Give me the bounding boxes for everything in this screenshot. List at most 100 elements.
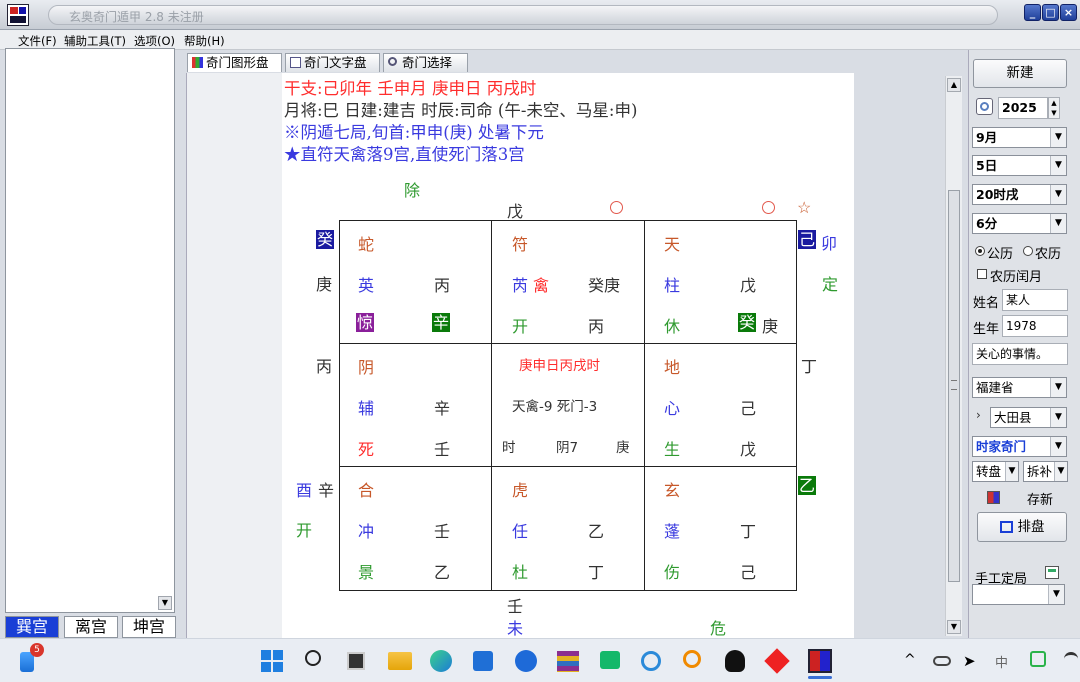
chevron-right-icon[interactable]: ›	[976, 408, 981, 422]
se-star: 蓬	[664, 522, 681, 541]
solar-label: 公历	[987, 247, 1014, 262]
file-explorer-icon[interactable]	[388, 652, 412, 670]
archive-icon[interactable]	[557, 651, 579, 672]
save-new-button[interactable]: 存新	[1027, 489, 1053, 508]
menu-options[interactable]: 选项(O)	[134, 33, 175, 49]
outer-ne-ji: 己	[798, 230, 817, 249]
se-star-gan: 丁	[740, 522, 757, 541]
s-star-gan: 乙	[588, 522, 605, 541]
edge-icon[interactable]	[430, 650, 452, 672]
task-view-icon[interactable]	[347, 652, 365, 670]
cloud-icon[interactable]	[933, 656, 951, 666]
county-value: 大田县	[994, 410, 1032, 425]
app-icon[interactable]	[7, 4, 29, 26]
grid-line	[491, 220, 492, 591]
tab-text-chart[interactable]: 奇门文字盘	[285, 53, 380, 72]
new-button[interactable]: 新建	[973, 59, 1067, 88]
outer-top-wu: 戊	[507, 202, 524, 221]
month-select[interactable]: 9月 ▼	[972, 127, 1067, 148]
rotate-value: 转盘	[976, 464, 1002, 479]
qimen-app-icon[interactable]	[808, 649, 832, 673]
n-door: 开	[512, 317, 529, 336]
star-icon: ☆	[797, 198, 812, 217]
year-input[interactable]: 2025	[998, 97, 1048, 119]
birth-year-input[interactable]: 1978	[1002, 315, 1068, 337]
calendar-icon[interactable]	[976, 98, 993, 115]
magnifier-app-icon[interactable]	[683, 650, 701, 668]
year-spinner[interactable]: ▲ ▼	[1048, 97, 1060, 119]
w-god: 阴	[358, 358, 375, 377]
leap-month-checkbox[interactable]	[977, 269, 987, 279]
concern-input[interactable]: 关心的事情。	[972, 343, 1068, 365]
send-icon[interactable]: ➤	[963, 652, 976, 670]
county-select[interactable]: 大田县 ▼	[990, 407, 1067, 428]
day-value: 5日	[976, 158, 998, 173]
tray-app-icon[interactable]	[1030, 651, 1046, 667]
store-icon[interactable]	[473, 651, 493, 671]
outer-e-ding: 丁	[801, 357, 818, 376]
w-star-gan: 辛	[434, 399, 451, 418]
menu-file[interactable]: 文件(F)	[18, 33, 57, 49]
nw-star-gan: 丙	[434, 276, 451, 295]
name-input[interactable]: 某人	[1002, 289, 1068, 311]
scroll-down-icon[interactable]: ▼	[947, 620, 961, 634]
grip-icon	[951, 380, 957, 390]
province-select[interactable]: 福建省 ▼	[972, 377, 1067, 398]
tab-kun-palace[interactable]: 坤宫	[122, 616, 176, 638]
outer-se-yi: 乙	[798, 476, 817, 495]
minimize-icon[interactable]: _	[1024, 4, 1041, 21]
arrange-button[interactable]: 排盘	[977, 512, 1067, 542]
lunar-radio[interactable]	[1023, 246, 1033, 256]
s-door-gan: 丁	[588, 563, 605, 582]
birth-year-label: 生年	[973, 322, 1000, 337]
chevron-down-icon: ▼	[1050, 408, 1066, 427]
grid-icon	[1000, 521, 1013, 533]
minute-select[interactable]: 6分 ▼	[972, 213, 1067, 234]
ime-icon[interactable]: 中	[995, 652, 1008, 671]
close-icon[interactable]: ×	[1060, 4, 1077, 21]
w-door: 死	[358, 440, 375, 459]
scroll-down-icon[interactable]: ▼	[158, 596, 172, 610]
day-select[interactable]: 5日 ▼	[972, 155, 1067, 176]
outer-nw-gui: 癸	[316, 230, 335, 249]
solar-radio[interactable]	[975, 246, 985, 256]
wifi-icon[interactable]	[1064, 652, 1078, 666]
sw-star-gan: 壬	[434, 522, 451, 541]
split-select[interactable]: 拆补 ▼	[1023, 461, 1068, 482]
tab-selection-label: 奇门选择	[402, 55, 453, 70]
chevron-up-icon[interactable]: ^	[904, 652, 916, 668]
hour-select[interactable]: 20时戌 ▼	[972, 184, 1067, 205]
manual-ju-select[interactable]: ▼	[972, 584, 1065, 605]
qq-icon[interactable]	[725, 650, 745, 672]
menu-help[interactable]: 帮助(H)	[184, 33, 225, 49]
sw-door: 景	[358, 563, 375, 582]
chevron-down-icon: ▼	[1050, 185, 1066, 204]
ne-star-gan: 戊	[740, 276, 757, 295]
tab-graphic-chart[interactable]: 奇门图形盘	[187, 53, 282, 72]
s-god: 虎	[512, 481, 529, 500]
grid-line	[796, 220, 797, 591]
month-value: 9月	[976, 130, 998, 145]
empty-circle-icon	[762, 201, 775, 214]
grid-line	[644, 220, 645, 591]
method-select[interactable]: 时家奇门 ▼	[972, 436, 1067, 457]
maximize-icon[interactable]: □	[1042, 4, 1059, 21]
mail-icon[interactable]	[600, 651, 620, 669]
tab-li-palace[interactable]: 离宫	[64, 616, 118, 638]
start-icon[interactable]	[261, 650, 283, 672]
app-icon-rings[interactable]	[641, 651, 661, 671]
app-icon-blue[interactable]	[515, 650, 537, 672]
tab-selection[interactable]: 奇门选择	[383, 53, 468, 72]
tab-graphic-label: 奇门图形盘	[206, 55, 269, 70]
scroll-up-icon[interactable]: ▲	[947, 78, 961, 92]
outer-sw-you: 酉	[296, 481, 313, 500]
chevron-down-icon: ▼	[1054, 462, 1067, 481]
tab-xun-palace[interactable]: 巽宫	[5, 616, 59, 638]
manual-ju-icon[interactable]	[1045, 566, 1059, 579]
rotate-select[interactable]: 转盘 ▼	[972, 461, 1019, 482]
search-icon[interactable]	[305, 650, 321, 666]
arrange-label: 排盘	[1017, 519, 1045, 535]
menu-tools[interactable]: 辅助工具(T)	[64, 33, 126, 49]
left-list-panel[interactable]	[5, 48, 175, 613]
chevron-down-icon: ▼	[1050, 378, 1066, 397]
